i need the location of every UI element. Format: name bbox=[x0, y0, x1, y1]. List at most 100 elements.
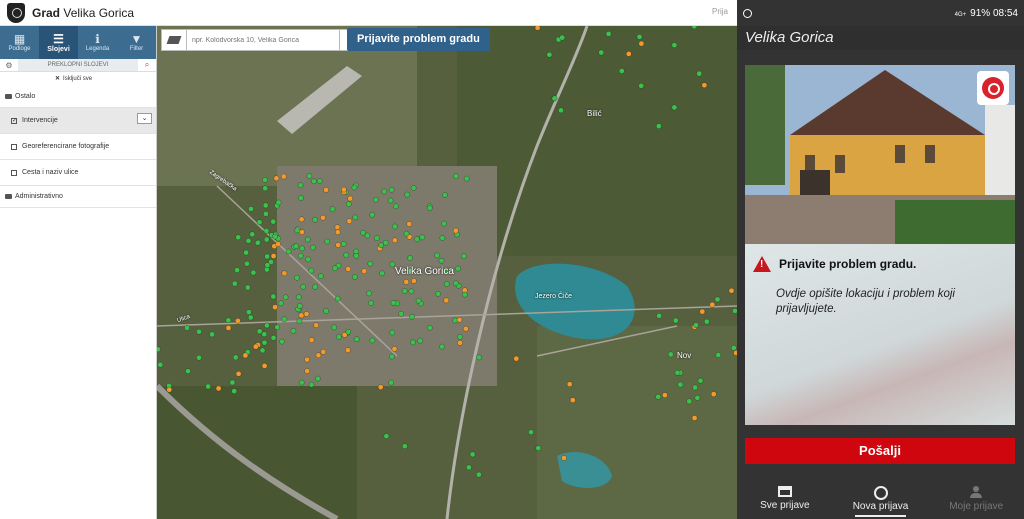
report-marker[interactable] bbox=[270, 335, 277, 341]
report-marker[interactable] bbox=[255, 240, 261, 246]
report-marker[interactable] bbox=[626, 51, 632, 57]
report-marker[interactable] bbox=[535, 445, 542, 451]
tab-podloge[interactable]: ▦ Podloge bbox=[0, 26, 39, 59]
layer-cesta-naziv-ulice[interactable]: Cesta i naziv ulice bbox=[0, 160, 156, 186]
report-marker[interactable] bbox=[638, 40, 645, 47]
report-marker[interactable] bbox=[262, 177, 268, 183]
address-search-input[interactable] bbox=[187, 29, 340, 51]
report-marker[interactable] bbox=[369, 337, 376, 344]
report-marker[interactable] bbox=[476, 354, 482, 361]
report-marker[interactable] bbox=[438, 257, 445, 264]
report-marker[interactable] bbox=[566, 381, 573, 387]
report-marker[interactable] bbox=[383, 433, 390, 439]
report-marker[interactable] bbox=[345, 347, 351, 353]
report-marker[interactable] bbox=[347, 195, 353, 202]
report-marker[interactable] bbox=[263, 211, 269, 217]
report-marker[interactable] bbox=[334, 224, 341, 230]
report-marker[interactable] bbox=[373, 196, 379, 203]
report-marker[interactable] bbox=[298, 379, 305, 386]
report-marker[interactable] bbox=[296, 318, 303, 324]
report-marker[interactable] bbox=[728, 287, 735, 294]
report-marker[interactable] bbox=[513, 355, 520, 362]
report-marker[interactable] bbox=[272, 233, 278, 240]
report-marker[interactable] bbox=[261, 339, 268, 346]
report-marker[interactable] bbox=[377, 384, 384, 390]
report-marker[interactable] bbox=[306, 173, 313, 179]
report-marker[interactable] bbox=[469, 451, 476, 458]
clear-all-layers[interactable]: ✕ Isključi sve bbox=[0, 72, 156, 86]
tab-legenda[interactable]: ℹ Legenda bbox=[78, 26, 117, 59]
report-marker[interactable] bbox=[715, 352, 722, 358]
report-marker[interactable] bbox=[263, 228, 270, 234]
report-marker[interactable] bbox=[264, 253, 270, 260]
report-marker[interactable] bbox=[677, 381, 684, 388]
report-marker[interactable] bbox=[270, 253, 277, 259]
report-marker[interactable] bbox=[263, 236, 270, 243]
satellite-map[interactable]: ⌕ Prijavite problem gradu Velika Gorica … bbox=[157, 26, 737, 519]
report-marker[interactable] bbox=[345, 266, 351, 272]
report-marker[interactable] bbox=[235, 371, 242, 377]
report-marker[interactable] bbox=[336, 334, 342, 340]
report-marker[interactable] bbox=[245, 284, 251, 291]
report-marker[interactable] bbox=[671, 104, 678, 111]
report-marker[interactable] bbox=[308, 337, 315, 343]
report-marker[interactable] bbox=[215, 385, 222, 392]
report-marker[interactable] bbox=[551, 95, 558, 102]
report-marker[interactable] bbox=[463, 175, 470, 182]
report-marker[interactable] bbox=[466, 464, 472, 471]
report-marker[interactable] bbox=[196, 354, 202, 361]
report-marker[interactable] bbox=[290, 328, 297, 334]
nav-new-report[interactable]: Nova prijava bbox=[833, 478, 929, 519]
folder-administrativno[interactable]: Administrativno bbox=[0, 186, 156, 208]
nav-my-reports[interactable]: Moje prijave bbox=[928, 478, 1024, 519]
report-marker[interactable] bbox=[382, 239, 389, 246]
report-marker[interactable] bbox=[605, 31, 612, 37]
report-marker[interactable] bbox=[243, 249, 249, 256]
report-marker[interactable] bbox=[351, 184, 358, 191]
report-marker[interactable] bbox=[264, 262, 271, 268]
report-marker[interactable] bbox=[353, 336, 360, 342]
report-marker[interactable] bbox=[457, 340, 463, 346]
report-marker[interactable] bbox=[278, 300, 284, 307]
report-marker[interactable] bbox=[403, 279, 410, 285]
report-marker[interactable] bbox=[699, 308, 706, 315]
report-marker[interactable] bbox=[308, 267, 315, 274]
nav-all-reports[interactable]: Sve prijave bbox=[737, 478, 833, 519]
report-marker[interactable] bbox=[281, 270, 288, 277]
report-marker[interactable] bbox=[731, 345, 737, 351]
report-marker[interactable] bbox=[261, 363, 268, 369]
report-marker[interactable] bbox=[298, 216, 305, 223]
report-marker[interactable] bbox=[315, 375, 321, 382]
report-marker[interactable] bbox=[318, 273, 324, 279]
report-marker[interactable] bbox=[311, 178, 317, 185]
report-marker[interactable] bbox=[443, 297, 450, 304]
report-marker[interactable] bbox=[704, 318, 710, 325]
report-marker[interactable] bbox=[388, 379, 394, 386]
report-marker[interactable] bbox=[638, 83, 644, 89]
report-marker[interactable] bbox=[407, 255, 413, 261]
report-marker[interactable] bbox=[294, 275, 300, 281]
report-marker[interactable] bbox=[352, 274, 358, 280]
report-marker[interactable] bbox=[259, 347, 266, 354]
report-marker[interactable] bbox=[346, 201, 352, 207]
report-marker[interactable] bbox=[282, 294, 289, 301]
report-marker[interactable] bbox=[439, 343, 445, 350]
report-marker[interactable] bbox=[275, 199, 282, 206]
report-marker[interactable] bbox=[463, 325, 469, 332]
report-marker[interactable] bbox=[323, 187, 329, 193]
report-marker[interactable] bbox=[232, 280, 238, 287]
report-marker[interactable] bbox=[417, 337, 423, 344]
report-marker[interactable] bbox=[196, 328, 202, 335]
report-marker[interactable] bbox=[225, 317, 232, 324]
report-marker[interactable] bbox=[331, 324, 337, 331]
report-marker[interactable] bbox=[476, 471, 482, 478]
description-textarea[interactable]: Ovdje opišite lokaciju i problem koji pr… bbox=[776, 287, 1001, 317]
report-marker[interactable] bbox=[324, 238, 331, 245]
report-marker[interactable] bbox=[273, 175, 280, 182]
checkbox-checked[interactable]: ✓ bbox=[11, 117, 17, 124]
report-marker[interactable] bbox=[656, 123, 662, 129]
layer-georeferencirane-fotografije[interactable]: Georeferencirane fotografije bbox=[0, 134, 156, 160]
report-marker[interactable] bbox=[414, 236, 420, 243]
report-marker[interactable] bbox=[229, 379, 236, 386]
report-marker[interactable] bbox=[546, 51, 553, 58]
